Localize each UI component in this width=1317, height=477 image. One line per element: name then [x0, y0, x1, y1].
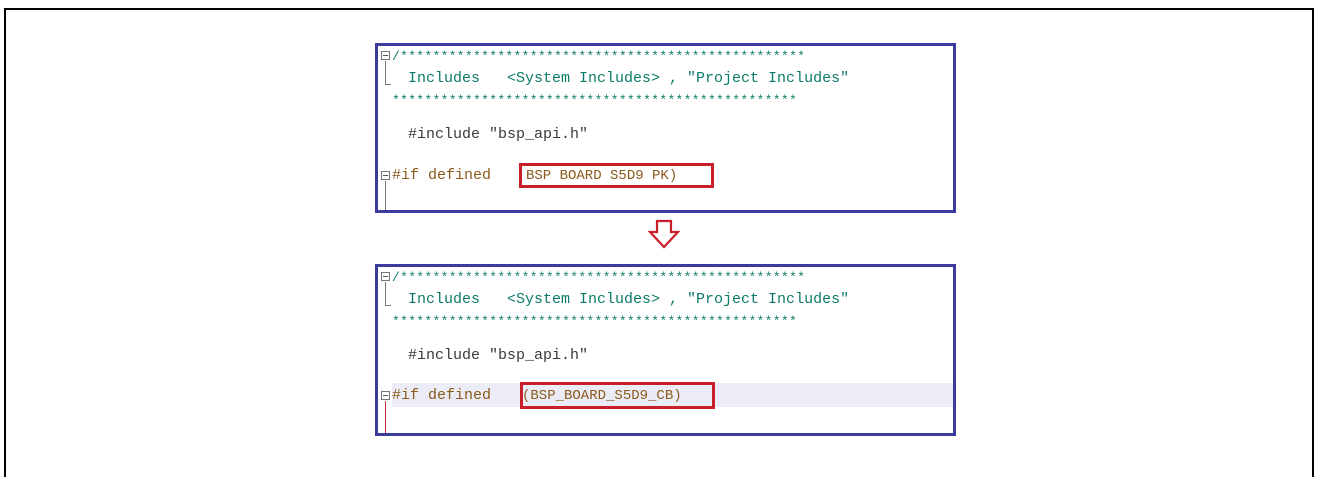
comment-bottom-border: ****************************************… — [392, 314, 798, 329]
include-line: #include "bsp_api.h" — [408, 126, 589, 143]
header-fragment-text: _ _ _ — [150, 0, 212, 8]
board-macro: BSP BOARD S5D9 PK) — [526, 168, 678, 184]
fold-minus-icon[interactable] — [381, 391, 390, 400]
comment-includes: Includes <System Includes> , "Project In… — [408, 70, 850, 87]
fold-guide-end — [385, 84, 391, 85]
if-defined-directive: #if defined — [392, 387, 492, 404]
comment-includes: Includes <System Includes> , "Project In… — [408, 291, 850, 308]
fold-guide-changed — [385, 401, 386, 433]
include-line: #include "bsp_api.h" — [408, 347, 589, 364]
fold-guide — [385, 181, 386, 210]
fold-minus-icon[interactable] — [381, 171, 390, 180]
code-snippet-before: /***************************************… — [375, 43, 956, 213]
fold-guide — [385, 61, 386, 84]
comment-top-border: /***************************************… — [392, 270, 806, 285]
if-defined-directive: #if defined — [392, 167, 492, 184]
fold-guide-end — [385, 305, 391, 306]
fold-minus-icon[interactable] — [381, 51, 390, 60]
down-arrow-icon — [648, 219, 680, 249]
header-fragment: _ _ _ — [0, 0, 1317, 8]
comment-bottom-border: ****************************************… — [392, 93, 798, 108]
fold-guide — [385, 282, 386, 305]
fold-minus-icon[interactable] — [381, 272, 390, 281]
comment-top-border: /***************************************… — [392, 49, 806, 64]
board-macro: (BSP_BOARD_S5D9_CB) — [522, 388, 682, 404]
code-snippet-after: /***************************************… — [375, 264, 956, 436]
